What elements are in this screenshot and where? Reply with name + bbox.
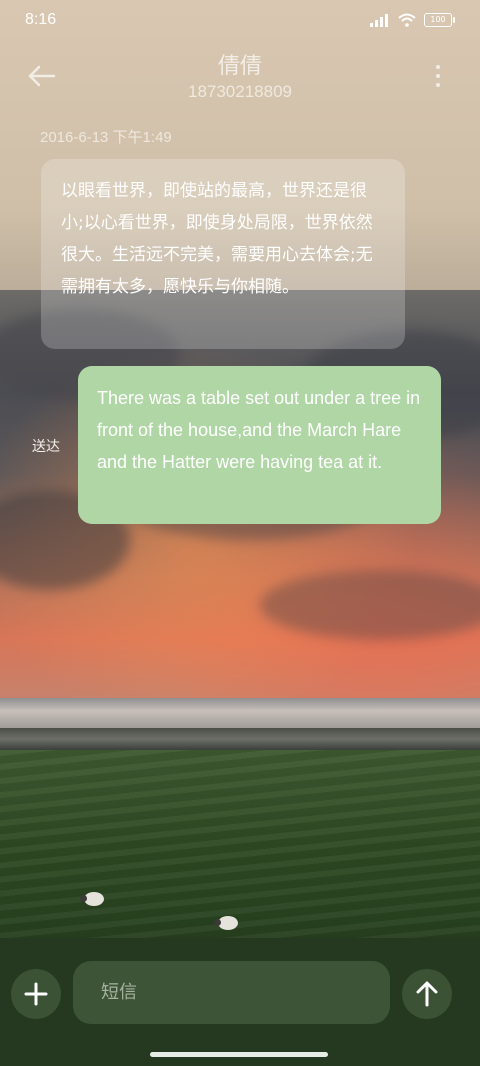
outgoing-message-bubble[interactable]: There was a table set out under a tree i… xyxy=(78,366,441,524)
battery-icon: 100 xyxy=(424,13,455,27)
contact-number: 18730218809 xyxy=(187,82,292,101)
status-icons: 100 xyxy=(370,13,455,27)
incoming-message-text: 以眼看世界，即使站的最高，世界还是很小;以心看世界，即使身处局限，世界依然很大。… xyxy=(61,181,373,297)
incoming-message-bubble[interactable]: 以眼看世界，即使站的最高，世界还是很小;以心看世界，即使身处局限，世界依然很大。… xyxy=(41,159,405,349)
message-input[interactable]: 短信 xyxy=(73,961,390,1024)
add-attachment-button[interactable] xyxy=(11,969,61,1019)
message-input-placeholder: 短信 xyxy=(101,982,137,1003)
messaging-screen: 8:16 100 倩倩 18730218809 2016-6-13 下午1:49… xyxy=(0,0,480,1066)
home-indicator[interactable] xyxy=(150,1052,328,1057)
more-vertical-icon[interactable] xyxy=(432,62,444,92)
status-time: 8:16 xyxy=(25,11,57,28)
send-button[interactable] xyxy=(402,969,452,1019)
delivery-status: 送达 xyxy=(32,439,60,455)
plus-icon xyxy=(24,982,48,1006)
wifi-icon xyxy=(398,13,416,27)
outgoing-message-text: There was a table set out under a tree i… xyxy=(97,388,421,472)
conversation-header: 倩倩 18730218809 xyxy=(0,44,480,114)
contact-name: 倩倩 xyxy=(217,54,262,79)
arrow-up-icon xyxy=(416,981,438,1007)
message-timestamp: 2016-6-13 下午1:49 xyxy=(40,129,172,146)
status-bar: 8:16 100 xyxy=(0,0,480,40)
signal-icon xyxy=(370,13,388,27)
